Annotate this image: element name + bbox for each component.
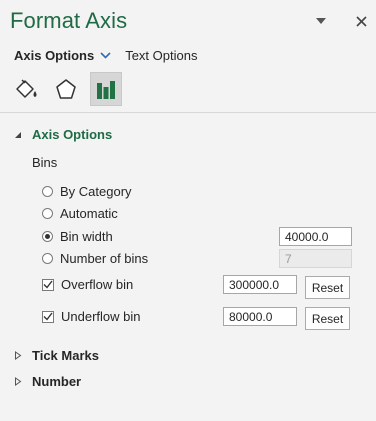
- by-category-label: By Category: [60, 184, 132, 199]
- number-of-bins-label: Number of bins: [60, 251, 149, 266]
- automatic-radio[interactable]: [42, 208, 53, 219]
- section-tick-marks-label: Tick Marks: [32, 348, 99, 363]
- category-icon-row: [10, 72, 122, 106]
- caret-down-icon: [316, 18, 326, 24]
- underflow-bin-input[interactable]: 80000.0: [223, 307, 297, 326]
- bin-width-radio[interactable]: [42, 231, 53, 242]
- section-axis-options-label: Axis Options: [32, 127, 113, 142]
- bin-width-input[interactable]: 40000.0: [279, 227, 352, 246]
- overflow-bin-option[interactable]: Overflow bin: [42, 277, 133, 292]
- paint-bucket-icon: [16, 79, 37, 98]
- tab-text-options[interactable]: Text Options: [125, 48, 197, 63]
- by-category-option[interactable]: By Category: [42, 184, 132, 199]
- underflow-bin-label: Underflow bin: [61, 309, 141, 324]
- bar-chart-icon: [97, 81, 115, 99]
- section-tick-marks[interactable]: Tick Marks: [14, 348, 99, 363]
- underflow-bin-option[interactable]: Underflow bin: [42, 309, 141, 324]
- by-category-radio[interactable]: [42, 186, 53, 197]
- collapsed-triangle-icon: [14, 351, 24, 360]
- overflow-bin-checkbox[interactable]: [42, 278, 54, 291]
- bins-label: Bins: [32, 155, 58, 170]
- section-number-label: Number: [32, 374, 82, 389]
- number-of-bins-option[interactable]: Number of bins: [42, 251, 148, 266]
- number-of-bins-radio[interactable]: [42, 253, 53, 264]
- axis-options-button[interactable]: [90, 72, 122, 106]
- task-pane-options-button[interactable]: [312, 12, 330, 30]
- pane-title: Format Axis: [10, 8, 128, 33]
- underflow-bin-checkbox[interactable]: [42, 310, 54, 323]
- effects-button[interactable]: [50, 72, 82, 106]
- overflow-bin-label: Overflow bin: [61, 277, 134, 292]
- overflow-bin-input[interactable]: 300000.0: [223, 275, 297, 294]
- collapsed-triangle-icon: [14, 377, 24, 386]
- axis-options-dropdown[interactable]: [100, 52, 111, 59]
- expanded-triangle-icon: [14, 131, 24, 139]
- underflow-reset-button[interactable]: Reset: [305, 307, 350, 330]
- overflow-reset-button[interactable]: Reset: [305, 276, 350, 299]
- divider: [0, 112, 376, 113]
- fill-line-button[interactable]: [10, 72, 42, 106]
- close-button[interactable]: [352, 12, 370, 30]
- tab-axis-options[interactable]: Axis Options: [14, 48, 94, 63]
- bin-width-label: Bin width: [60, 229, 113, 244]
- checkmark-icon: [43, 280, 53, 289]
- pentagon-icon: [56, 79, 76, 99]
- chevron-down-icon: [100, 52, 111, 59]
- automatic-label: Automatic: [60, 206, 118, 221]
- automatic-option[interactable]: Automatic: [42, 206, 118, 221]
- section-number[interactable]: Number: [14, 374, 81, 389]
- options-tabs: Axis Options Text Options: [14, 48, 197, 63]
- close-icon: [355, 15, 367, 27]
- section-axis-options[interactable]: Axis Options: [14, 127, 112, 142]
- number-of-bins-input: 7: [279, 249, 352, 268]
- checkmark-icon: [43, 312, 53, 321]
- format-axis-pane: Format Axis Axis Options Text Options Ax…: [0, 0, 376, 421]
- bin-width-option[interactable]: Bin width: [42, 229, 113, 244]
